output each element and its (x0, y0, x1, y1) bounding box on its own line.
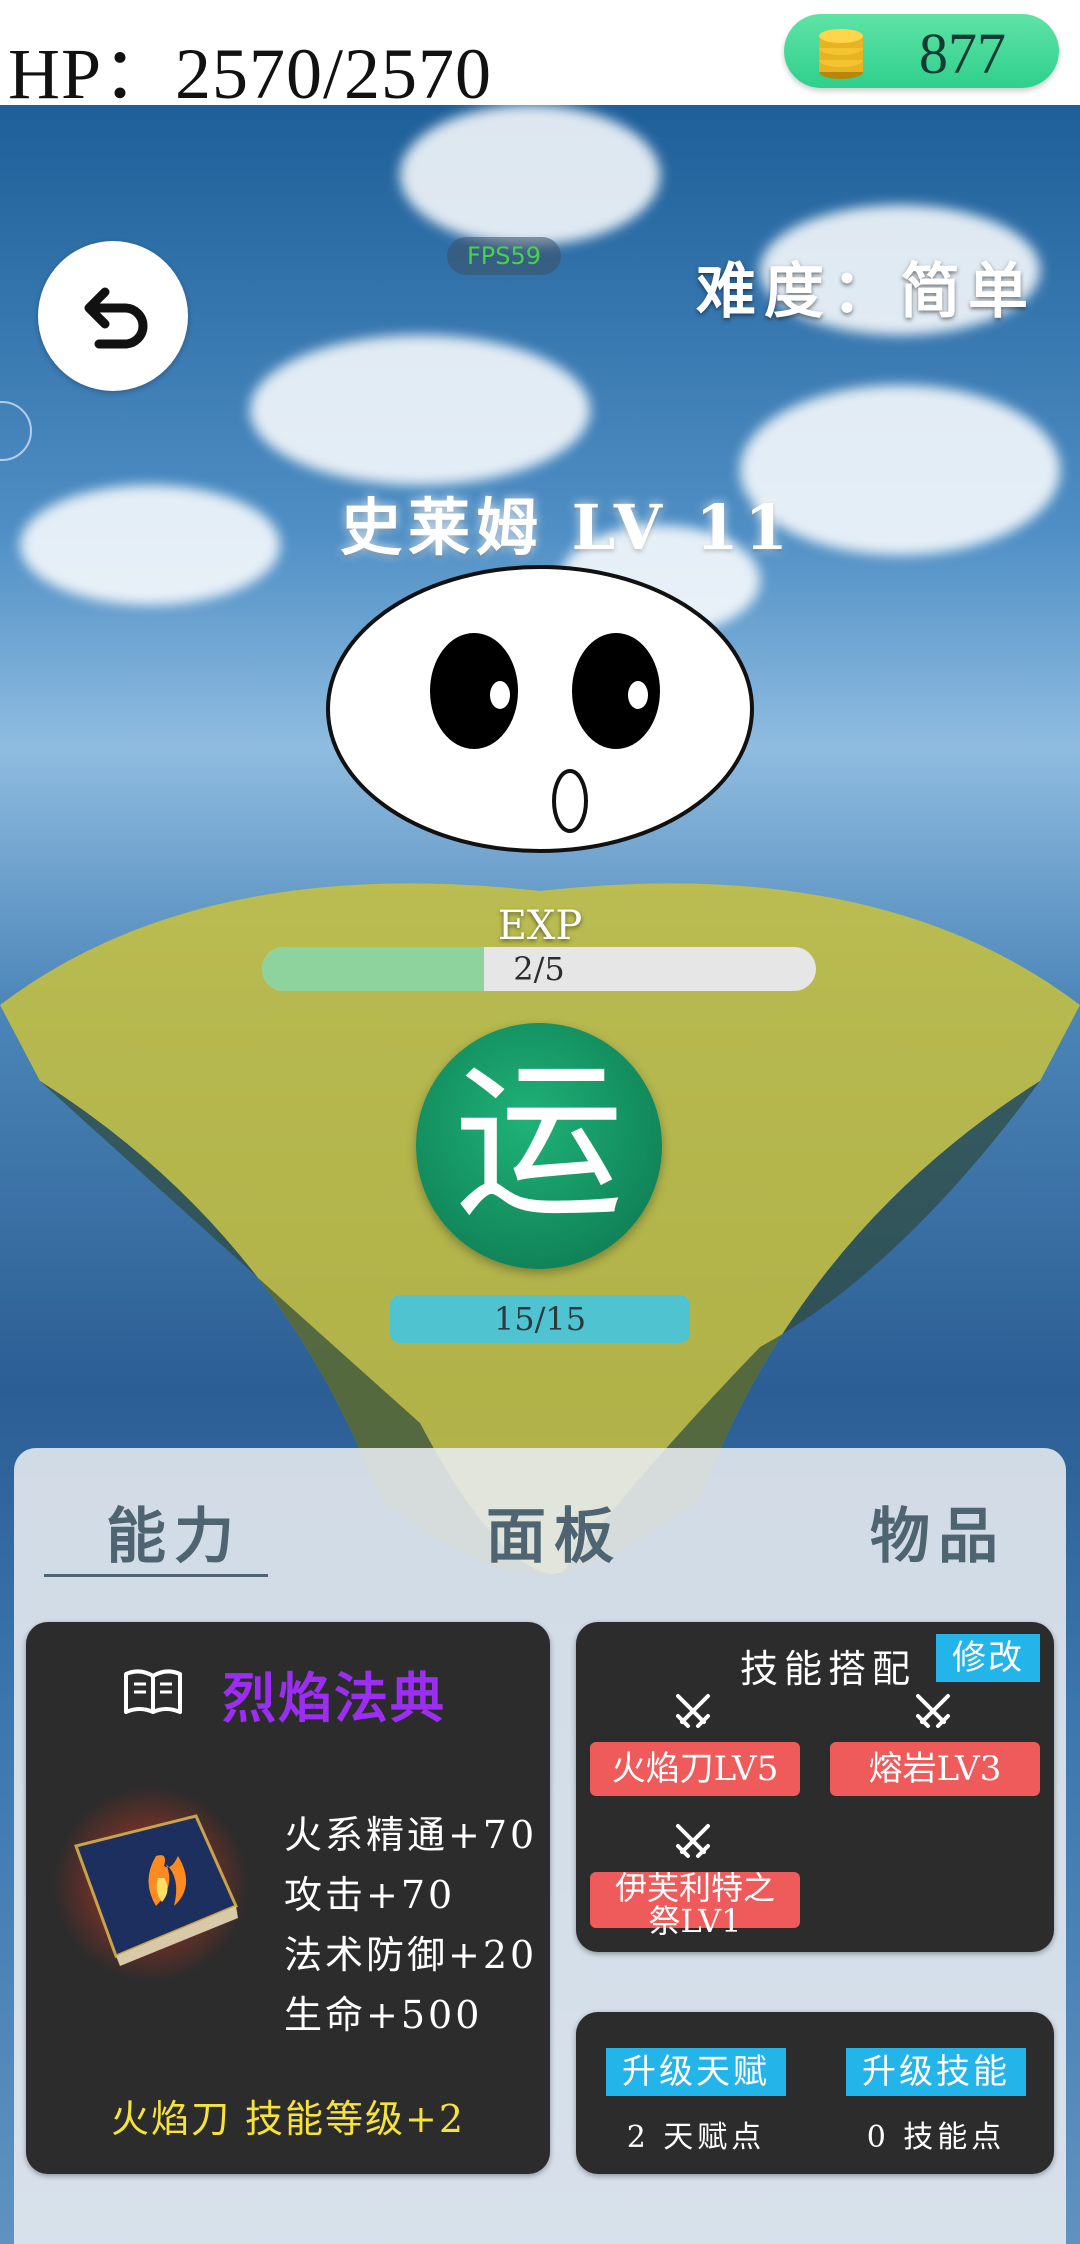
crossed-swords-icon (676, 1824, 710, 1858)
crossed-swords-icon (676, 1694, 710, 1728)
book-icon (124, 1669, 182, 1714)
coin-stack-icon (819, 29, 863, 79)
modify-button[interactable]: 修改 (936, 1634, 1040, 1682)
item-stat: 法术防御+20 (284, 1933, 538, 1977)
upgrade-skill-button[interactable]: 升级技能 (846, 2048, 1026, 2096)
hp-display: HP：2570/2570 (8, 34, 493, 114)
difficulty-label: 难度：简单 (696, 257, 1036, 327)
action-button[interactable]: 运 (416, 1023, 662, 1269)
skill-points: 0 技能点 (866, 2120, 1006, 2155)
tab-items[interactable]: 物品 (870, 1488, 1006, 1575)
fps-counter: FPS59 (447, 237, 561, 275)
upgrade-talent-button[interactable]: 升级天赋 (606, 2048, 786, 2096)
exp-value: 2/5 (513, 950, 565, 988)
energy-bar: 15/15 (390, 1295, 690, 1343)
cloud (250, 335, 590, 485)
skill-chip[interactable]: 伊芙利特之祭LV1 (590, 1872, 800, 1938)
upgrade-card: 升级天赋 2 天赋点 升级技能 0 技能点 (576, 2012, 1054, 2174)
bottom-panel: 能力 面板 物品 烈焰法典 火系精通+70 攻击+70 法术防御+20 生命+5… (14, 1448, 1066, 2244)
exp-label: EXP (497, 903, 583, 949)
item-bonus: 火焰刀 技能等级+2 (110, 2097, 466, 2141)
tab-ability[interactable]: 能力 (106, 1488, 242, 1575)
action-button-label: 运 (453, 1044, 624, 1242)
top-bar: HP：2570/2570 877 (0, 0, 1080, 114)
side-indicator[interactable] (0, 401, 32, 461)
item-title: 烈焰法典 (222, 1666, 446, 1730)
skills-title: 技能搭配 (740, 1647, 917, 1691)
skill-chip[interactable]: 火焰刀LV5 (590, 1742, 800, 1796)
back-button[interactable] (38, 241, 188, 391)
item-card[interactable]: 烈焰法典 火系精通+70 攻击+70 法术防御+20 生命+500 火焰刀 技能… (26, 1622, 550, 2174)
talent-points: 2 天赋点 (626, 2120, 766, 2155)
tab-panel[interactable]: 面板 (486, 1488, 622, 1575)
energy-value: 15/15 (493, 1300, 587, 1338)
coin-value: 877 (919, 21, 1006, 86)
back-arrow-icon (84, 287, 148, 349)
crossed-swords-icon (916, 1694, 950, 1728)
fire-tome-image (53, 1786, 249, 1982)
exp-bar: 2/5 (262, 947, 816, 991)
cloud (400, 105, 660, 245)
item-stat: 火系精通+70 (284, 1813, 538, 1857)
tab-underline (44, 1574, 268, 1577)
coin-counter[interactable]: 877 (784, 14, 1059, 88)
item-stat: 攻击+70 (284, 1873, 456, 1917)
skills-card: 技能搭配 修改 火焰刀LV5 熔岩LV3 伊芙利特之祭LV1 (576, 1622, 1054, 1952)
skill-chip[interactable]: 熔岩LV3 (830, 1742, 1040, 1796)
cloud (20, 485, 280, 605)
slime-monster[interactable] (324, 563, 756, 859)
item-stat: 生命+500 (284, 1993, 483, 2037)
monster-name: 史莱姆 LV 11 (340, 491, 794, 564)
